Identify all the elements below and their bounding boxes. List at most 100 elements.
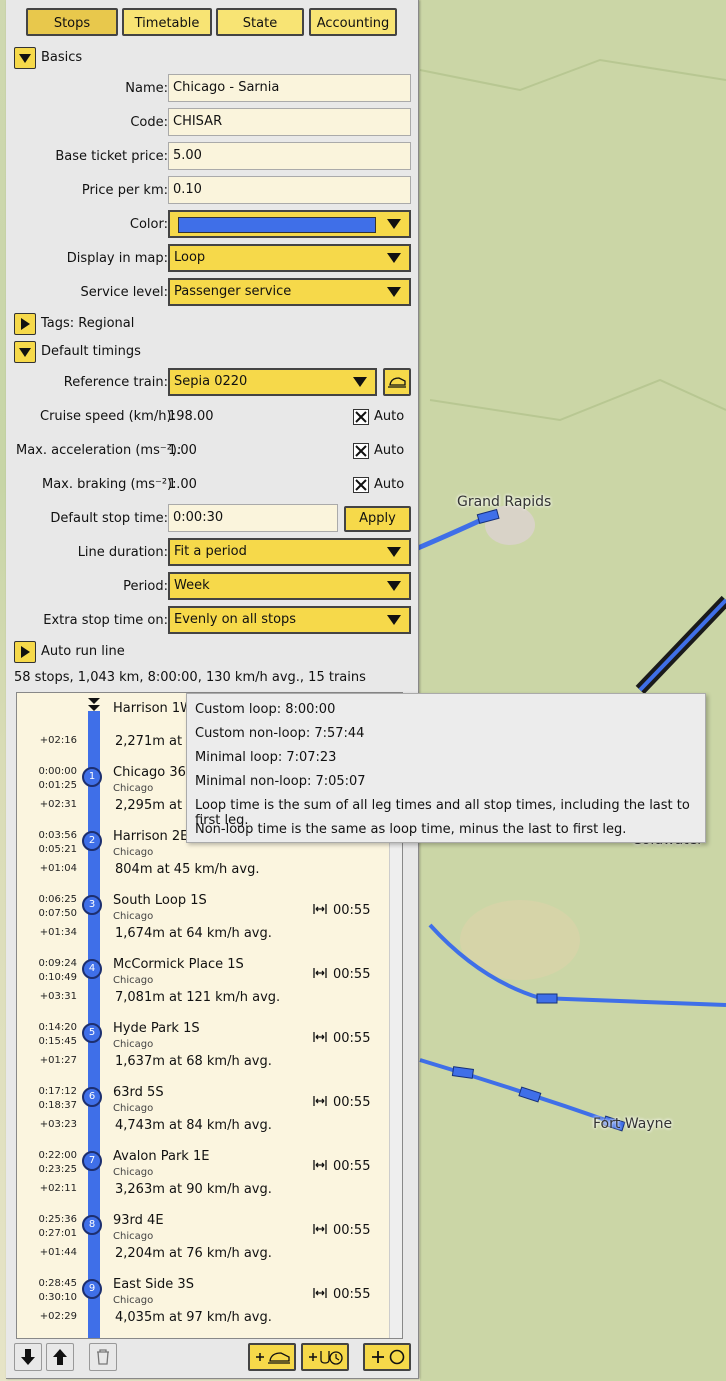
stop-node[interactable]: 3 bbox=[82, 895, 102, 915]
triangle-down-icon bbox=[19, 54, 31, 63]
stop-node[interactable]: 9 bbox=[82, 1279, 102, 1299]
basics-collapse-button[interactable] bbox=[14, 47, 36, 69]
leg-info[interactable]: 4,743m at 84 km/h avg. bbox=[115, 1118, 272, 1133]
arrow-up-icon bbox=[53, 1349, 67, 1365]
stop-city: Chicago bbox=[113, 1231, 154, 1242]
code-label: Code: bbox=[130, 115, 168, 130]
add-timing-button[interactable] bbox=[301, 1343, 349, 1371]
period-select[interactable]: Week bbox=[168, 572, 411, 600]
service-select[interactable]: Passenger service bbox=[168, 278, 411, 306]
period-label: Period: bbox=[123, 579, 168, 594]
stop-node[interactable]: 4 bbox=[82, 959, 102, 979]
line-duration-select[interactable]: Fit a period bbox=[168, 538, 411, 566]
tab-timetable[interactable]: Timetable bbox=[122, 8, 212, 36]
stop-departure-time: 0:30:10 bbox=[38, 1292, 77, 1303]
move-down-button[interactable] bbox=[14, 1343, 42, 1371]
stop-arrival-time: 0:22:00 bbox=[38, 1150, 77, 1161]
stop-node[interactable]: 7 bbox=[82, 1151, 102, 1171]
stop-dwell[interactable]: 00:55 bbox=[313, 1095, 370, 1110]
move-up-button[interactable] bbox=[46, 1343, 74, 1371]
stop-name[interactable]: Harrison 1W bbox=[113, 701, 193, 716]
map-city-label: Fort Wayne bbox=[593, 1116, 673, 1132]
extra-stop-select[interactable]: Evenly on all stops bbox=[168, 606, 411, 634]
add-train-button[interactable] bbox=[248, 1343, 296, 1371]
chevron-down-icon bbox=[387, 615, 401, 625]
ticket-price-field[interactable]: 5.00 bbox=[168, 142, 411, 170]
stop-dwell-value: 00:55 bbox=[333, 1159, 371, 1174]
leg-info[interactable]: 4,035m at 97 km/h avg. bbox=[115, 1310, 272, 1325]
line-summary[interactable]: 58 stops, 1,043 km, 8:00:00, 130 km/h av… bbox=[14, 670, 366, 685]
tab-accounting[interactable]: Accounting bbox=[309, 8, 397, 36]
stop-dwell[interactable]: 00:55 bbox=[313, 903, 370, 918]
stop-name[interactable]: South Loop 1S bbox=[113, 893, 207, 908]
display-value: Loop bbox=[174, 250, 206, 265]
stop-dwell[interactable]: 00:55 bbox=[313, 1159, 370, 1174]
add-train-icon bbox=[256, 1352, 290, 1364]
train-settings-button[interactable] bbox=[383, 368, 411, 396]
chevron-down-icon bbox=[387, 253, 401, 263]
stop-node[interactable]: 2 bbox=[82, 831, 102, 851]
leg-info[interactable]: 7,081m at 121 km/h avg. bbox=[115, 990, 280, 1005]
stop-name[interactable]: Chicago 36S bbox=[113, 765, 194, 780]
delete-button[interactable] bbox=[89, 1343, 117, 1371]
price-per-km-field[interactable]: 0.10 bbox=[168, 176, 411, 204]
stop-dwell-value: 00:55 bbox=[333, 1223, 371, 1238]
stop-dwell[interactable]: 00:55 bbox=[313, 1287, 370, 1302]
leg-info[interactable]: 2,271m at 6 bbox=[115, 734, 194, 749]
stop-departure-time: 0:05:21 bbox=[38, 844, 77, 855]
stop-dwell[interactable]: 00:55 bbox=[313, 1031, 370, 1046]
stop-departure-time: 0:10:49 bbox=[38, 972, 77, 983]
tab-stops[interactable]: Stops bbox=[26, 8, 118, 36]
apply-button[interactable]: Apply bbox=[344, 506, 411, 532]
stop-node[interactable]: 6 bbox=[82, 1087, 102, 1107]
stop-time-label: Default stop time: bbox=[50, 511, 168, 526]
name-label: Name: bbox=[125, 81, 168, 96]
line-duration-value: Fit a period bbox=[174, 544, 247, 559]
stop-name[interactable]: Avalon Park 1E bbox=[113, 1149, 209, 1164]
price-per-km-label: Price per km: bbox=[81, 183, 168, 198]
dwell-time-icon bbox=[313, 1032, 327, 1042]
line-duration-label: Line duration: bbox=[77, 545, 168, 560]
stop-name[interactable]: Hyde Park 1S bbox=[113, 1021, 200, 1036]
stop-dwell[interactable]: 00:55 bbox=[313, 967, 370, 982]
stop-node[interactable]: 5 bbox=[82, 1023, 102, 1043]
brake-auto-checkbox[interactable] bbox=[353, 477, 369, 493]
ticket-price-label: Base ticket price: bbox=[55, 149, 168, 164]
autorun-title: Auto run line bbox=[41, 644, 125, 659]
tags-expand-button[interactable] bbox=[14, 313, 36, 335]
add-stop-button[interactable] bbox=[363, 1343, 411, 1371]
stop-name[interactable]: 93rd 4E bbox=[113, 1213, 164, 1228]
leg-info[interactable]: 1,637m at 68 km/h avg. bbox=[115, 1054, 272, 1069]
display-select[interactable]: Loop bbox=[168, 244, 411, 272]
leg-info[interactable]: 2,295m at 5 bbox=[115, 798, 194, 813]
stop-time-field[interactable]: 0:00:30 bbox=[168, 504, 338, 532]
stop-name[interactable]: McCormick Place 1S bbox=[113, 957, 244, 972]
tab-state[interactable]: State bbox=[216, 8, 304, 36]
code-field[interactable]: CHISAR bbox=[168, 108, 411, 136]
stop-node[interactable]: 8 bbox=[82, 1215, 102, 1235]
cruise-auto-checkbox[interactable] bbox=[353, 409, 369, 425]
stop-arrival-time: 0:25:36 bbox=[38, 1214, 77, 1225]
stop-name[interactable]: 63rd 5S bbox=[113, 1085, 164, 1100]
leg-info[interactable]: 2,204m at 76 km/h avg. bbox=[115, 1246, 272, 1261]
leg-info[interactable]: 3,263m at 90 km/h avg. bbox=[115, 1182, 272, 1197]
autorun-expand-button[interactable] bbox=[14, 641, 36, 663]
stop-dwell[interactable]: 00:55 bbox=[313, 1223, 370, 1238]
chevron-down-icon bbox=[353, 377, 367, 387]
dwell-time-icon bbox=[313, 1224, 327, 1234]
stop-arrival-time: 0:14:20 bbox=[38, 1022, 77, 1033]
stop-node[interactable]: 1 bbox=[82, 767, 102, 787]
name-field[interactable]: Chicago - Sarnia bbox=[168, 74, 411, 102]
stop-name[interactable]: East Side 3S bbox=[113, 1277, 194, 1292]
color-select[interactable] bbox=[168, 210, 411, 238]
leg-time-delta: +01:04 bbox=[39, 863, 77, 874]
ref-train-select[interactable]: Sepia 0220 bbox=[168, 368, 377, 396]
timings-collapse-button[interactable] bbox=[14, 341, 36, 363]
leg-info[interactable]: 804m at 45 km/h avg. bbox=[115, 862, 259, 877]
accel-auto-checkbox[interactable] bbox=[353, 443, 369, 459]
stop-name[interactable]: Harrison 2E bbox=[113, 829, 188, 844]
leg-info[interactable]: 1,674m at 64 km/h avg. bbox=[115, 926, 272, 941]
stop-departure-time: 0:07:50 bbox=[38, 908, 77, 919]
triangle-right-icon bbox=[21, 646, 30, 658]
map-city-label: Grand Rapids bbox=[457, 494, 552, 510]
